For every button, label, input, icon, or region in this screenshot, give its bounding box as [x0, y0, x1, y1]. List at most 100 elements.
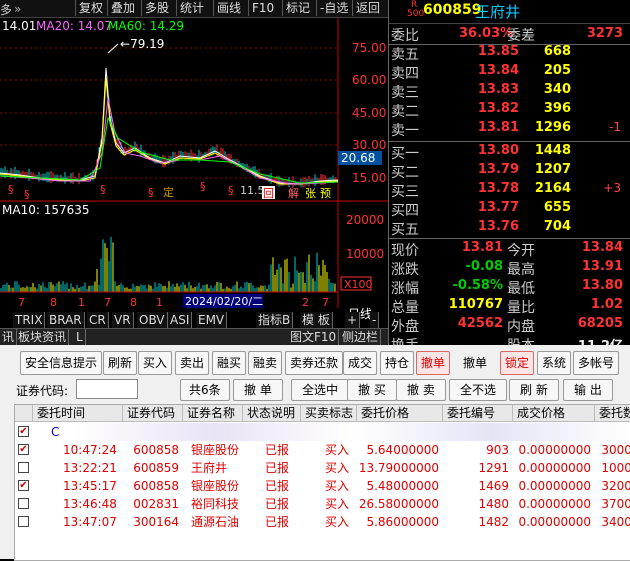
lock-button[interactable]: 锁定	[500, 351, 535, 375]
column-header[interactable]: 状态说明	[243, 405, 301, 422]
buy-button[interactable]: 买入	[138, 351, 173, 375]
table-row[interactable]: ✔ 13:45:17 600858 银座股份 已报 买入 5.48000000 1469 0.0…	[15, 477, 630, 495]
remove-favorite-button[interactable]: -自选	[316, 0, 351, 16]
row-checkbox[interactable]: ✔	[18, 480, 29, 491]
buy-level-row[interactable]: 买五 13.76 704	[389, 219, 630, 238]
code-input[interactable]	[76, 379, 138, 399]
refresh-list-button[interactable]: 刷 新	[509, 379, 559, 401]
overlay-button[interactable]: 叠加	[107, 0, 138, 16]
sell-level-row[interactable]: 卖五 13.85 668	[389, 44, 630, 63]
buy-level-row[interactable]: 买四 13.77 655	[389, 200, 630, 219]
select-column-header[interactable]	[15, 405, 33, 422]
ma-line-white	[0, 67, 339, 185]
column-header[interactable]: 证券名称	[183, 405, 243, 422]
column-header[interactable]: 委托时间	[33, 405, 123, 422]
table-row[interactable]: ✔ 10:47:24 600858 银座股份 已报 买入 5.64000000 903 0.00…	[15, 441, 630, 459]
fuquan-button[interactable]: 复权	[75, 0, 106, 16]
tab-news[interactable]: 讯	[0, 329, 18, 345]
tab-cr[interactable]: CR	[87, 312, 109, 328]
buy-level-row[interactable]: 买一 13.80 1448	[389, 143, 630, 162]
tab-sidebar[interactable]: 侧边栏	[340, 329, 382, 345]
row-checkbox[interactable]	[18, 516, 29, 527]
security-info-button[interactable]: 安全信息提示	[20, 351, 103, 375]
draw-line-button[interactable]: 画线	[213, 0, 244, 16]
mark-button[interactable]: 标记	[282, 0, 313, 16]
tab-sector-news[interactable]: 板块资讯	[16, 329, 70, 345]
row-checkbox[interactable]	[18, 498, 29, 509]
buy-level-price: 13.79	[477, 162, 519, 177]
cancel-order-action-button[interactable]: 撤 单	[233, 379, 283, 401]
weibi-value: 36.03%	[459, 26, 514, 41]
stat-label: 涨幅	[391, 281, 419, 297]
chevron-right-icon[interactable]: »	[14, 2, 21, 16]
sell-repay-button[interactable]: 卖券还款	[285, 351, 344, 375]
deals-button[interactable]: 成交	[343, 351, 378, 375]
column-header[interactable]: 委托编号	[443, 405, 513, 422]
tab-brar[interactable]: BRAR	[47, 312, 85, 328]
multi-account-button[interactable]: 多帐号	[573, 351, 620, 375]
table-cell-price: 26.58000000	[358, 497, 439, 511]
table-cell-price: 13.79000000	[358, 461, 439, 475]
table-cell-qty: 3200.00	[601, 479, 630, 493]
tab-vr[interactable]: VR	[112, 312, 134, 328]
tab-plus[interactable]: +	[345, 312, 361, 328]
select-none-button[interactable]: 全不选	[449, 379, 508, 401]
ma-line-yellow	[0, 77, 339, 185]
tab-obv[interactable]: OBV	[137, 312, 168, 328]
statistics-button[interactable]: 统计	[176, 0, 207, 16]
stock-name: 王府井	[475, 3, 521, 21]
sell-level-label: 卖一	[391, 123, 419, 139]
sell-button[interactable]: 卖出	[175, 351, 210, 375]
sell-level-row[interactable]: 卖二 13.82 396	[389, 101, 630, 120]
buy-level-row[interactable]: 买二 13.79 1207	[389, 162, 630, 181]
cancel-buy-button[interactable]: 撤 买	[347, 379, 397, 401]
row-checkbox[interactable]: ✔	[18, 444, 29, 455]
cancel-sell-button[interactable]: 撤 卖	[396, 379, 446, 401]
tab-indicator-b[interactable]: 指标B	[256, 312, 294, 328]
table-cell-name: 王府井	[191, 461, 228, 475]
tab-emv[interactable]: EMV	[196, 312, 228, 328]
redacted-row-overlay	[75, 423, 630, 441]
back-button[interactable]: 返回	[352, 0, 383, 16]
buy-level-row[interactable]: 买三 13.78 2164 +3	[389, 181, 630, 200]
tab-f10-text[interactable]: 图文F10	[288, 329, 340, 345]
event-marker: §	[228, 184, 234, 197]
tab-l[interactable]: L	[74, 329, 86, 345]
sell-level-row[interactable]: 卖三 13.83 340	[389, 82, 630, 101]
column-header[interactable]: 委托价格	[357, 405, 443, 422]
row-checkbox[interactable]: ✔	[18, 426, 29, 437]
positions-button[interactable]: 持仓	[380, 351, 415, 375]
buy-level-label: 买二	[391, 165, 419, 181]
kline-chart-area[interactable]: 14.01 MA20: 14.07 MA60: 14.29 75.00 60.0…	[0, 18, 388, 321]
table-row[interactable]: 13:22:21 600859 王府井 已报 买入 13.79000000 1291 0.00…	[15, 459, 630, 477]
low-label: 11.5	[240, 184, 265, 197]
row-checkbox[interactable]	[18, 462, 29, 473]
cancel-order-tab[interactable]: 撤单	[458, 351, 492, 375]
table-row[interactable]: 13:46:48 002831 裕同科技 已报 买入 26.58000000 1480 0.0…	[15, 495, 630, 513]
table-row[interactable]: 13:47:07 300164 通源石油 已报 买入 5.86000000 1482 0.00…	[15, 513, 630, 531]
system-button[interactable]: 系统	[537, 351, 572, 375]
column-header[interactable]: 成交价格	[513, 405, 595, 422]
f10-button[interactable]: F10	[248, 0, 277, 16]
select-all-button[interactable]: 全选中	[291, 379, 350, 401]
column-header[interactable]: 买卖标志	[301, 405, 357, 422]
table-cell-time: 10:47:24	[63, 443, 117, 457]
tab-template[interactable]: 模 板	[300, 312, 333, 328]
export-button[interactable]: 输 出	[563, 379, 613, 401]
event-marker: §	[200, 180, 206, 193]
sell-level-row[interactable]: 卖一 13.81 1296 -1	[389, 120, 630, 139]
tab-minus[interactable]: -	[370, 312, 380, 328]
margin-buy-button[interactable]: 融买	[212, 351, 247, 375]
tab-asi[interactable]: ASI	[168, 312, 193, 328]
cancel-order-button[interactable]: 撤单	[416, 351, 451, 375]
tab-trix[interactable]: TRIX	[13, 312, 46, 328]
sell-level-row[interactable]: 卖四 13.84 205	[389, 63, 630, 82]
multi-stock-button[interactable]: 多股	[141, 0, 172, 16]
peak-label: ←79.19	[120, 37, 164, 51]
margin-sell-button[interactable]: 融卖	[248, 351, 283, 375]
refresh-button[interactable]: 刷新	[103, 351, 138, 375]
count-label: 共6条	[180, 379, 230, 401]
column-header[interactable]: 委托数量	[595, 405, 630, 422]
buy-level-price: 13.77	[477, 200, 519, 215]
column-header[interactable]: 证券代码	[123, 405, 183, 422]
